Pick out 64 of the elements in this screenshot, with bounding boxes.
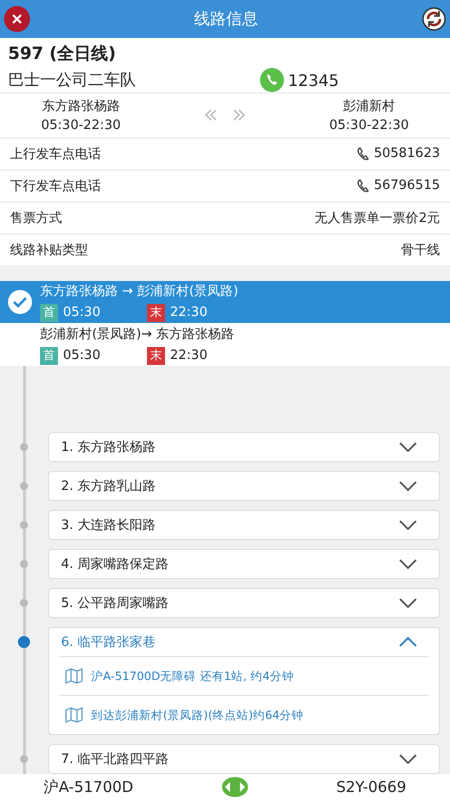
stop-name: 3. 大连路长阳路 xyxy=(61,517,156,534)
chevron-icon xyxy=(399,442,417,452)
last-bus-tag: 末 xyxy=(147,304,165,322)
bus-status: 沪A-51700D无障碍 还有1站, 约4分钟 xyxy=(91,668,294,684)
swap-icon[interactable] xyxy=(220,776,249,798)
info-value: 无人售票单一票价2元 xyxy=(314,210,440,227)
window-title: 线路信息 xyxy=(194,8,258,30)
close-icon xyxy=(11,13,23,25)
chevron-icon xyxy=(399,598,417,608)
chevron-icon xyxy=(399,520,417,530)
direction-route: 东方路张杨路 → 彭浦新村(景凤路) xyxy=(40,282,240,300)
stop-card[interactable]: 4. 周家嘴路保定路 xyxy=(48,549,440,580)
direction-arrows-icon[interactable] xyxy=(203,108,247,122)
stop-name: 1. 东方路张杨路 xyxy=(61,439,156,456)
phone-number[interactable]: 12345 xyxy=(288,70,339,90)
first-bus-tag: 首 xyxy=(40,346,58,365)
bus-plate: S2Y-0669 xyxy=(336,778,406,796)
chevron-icon xyxy=(399,637,417,648)
info-label: 下行发车点电话 xyxy=(10,178,101,195)
close-button[interactable] xyxy=(4,6,30,32)
chevron-icon xyxy=(399,481,417,492)
last-bus-tag: 末 xyxy=(147,346,165,365)
chevron-icon xyxy=(399,559,417,570)
stop-card[interactable]: 6. 临平路张家巷 沪A-51700D无障碍 还有1站, 约4分钟 到达彭浦新村(景凤路)(终点站)约64分钟 xyxy=(48,627,440,736)
bus-plate: 沪A-51700D xyxy=(44,778,134,797)
route-name: 597 (全日线) xyxy=(8,43,117,65)
info-label: 售票方式 xyxy=(10,210,62,227)
stop-name: 6. 临平路张家巷 xyxy=(61,634,156,652)
stop-card[interactable]: 2. 东方路乳山路 xyxy=(48,471,440,502)
refresh-icon[interactable] xyxy=(422,7,446,31)
first-bus-time: 05:30 xyxy=(62,348,102,364)
terminal-name: 东方路张杨路 xyxy=(42,98,120,116)
first-bus-tag: 首 xyxy=(40,304,58,322)
last-bus-time: 22:30 xyxy=(169,305,208,320)
terminal-name: 彭浦新村 xyxy=(343,98,396,116)
last-bus-time: 22:30 xyxy=(169,348,208,364)
direction-option[interactable]: 彭浦新村(景凤路)→ 东方路张杨路 首 05:30 末 22:30 xyxy=(0,323,450,366)
terminal-hours: 05:30-22:30 xyxy=(329,118,409,134)
direction-route: 彭浦新村(景凤路)→ 东方路张杨路 xyxy=(40,326,236,343)
stop-card[interactable]: 1. 东方路张杨路 xyxy=(48,432,440,462)
terminal-hours: 05:30-22:30 xyxy=(41,118,121,134)
stop-card[interactable]: 7. 临平北路四平路 xyxy=(48,744,440,774)
info-value: 50581623 xyxy=(374,146,440,162)
phone-icon[interactable] xyxy=(260,68,284,92)
stop-name: 7. 临平北路四平路 xyxy=(61,751,169,768)
stop-name: 5. 公平路周家嘴路 xyxy=(61,595,169,612)
stop-card[interactable]: 3. 大连路长阳路 xyxy=(48,510,440,540)
info-value: 56796515 xyxy=(374,178,440,194)
info-value: 骨干线 xyxy=(401,242,440,259)
stop-name: 2. 东方路乳山路 xyxy=(61,478,156,496)
map-icon xyxy=(65,668,83,684)
company-name: 巴士一公司二车队 xyxy=(8,70,137,90)
first-bus-time: 05:30 xyxy=(62,305,102,320)
phone-icon xyxy=(356,146,370,161)
stop-card[interactable]: 5. 公平路周家嘴路 xyxy=(48,588,440,618)
check-icon xyxy=(7,288,33,315)
chevron-icon xyxy=(399,754,417,764)
bus-status: 到达彭浦新村(景凤路)(终点站)约64分钟 xyxy=(91,708,304,723)
phone-icon xyxy=(356,178,370,193)
map-icon xyxy=(65,707,83,724)
stop-name: 4. 周家嘴路保定路 xyxy=(61,556,169,574)
info-label: 线路补贴类型 xyxy=(10,242,88,259)
info-label: 上行发车点电话 xyxy=(10,146,101,163)
direction-option[interactable]: 东方路张杨路 → 彭浦新村(景凤路) 首 05:30 末 22:30 xyxy=(0,280,450,324)
